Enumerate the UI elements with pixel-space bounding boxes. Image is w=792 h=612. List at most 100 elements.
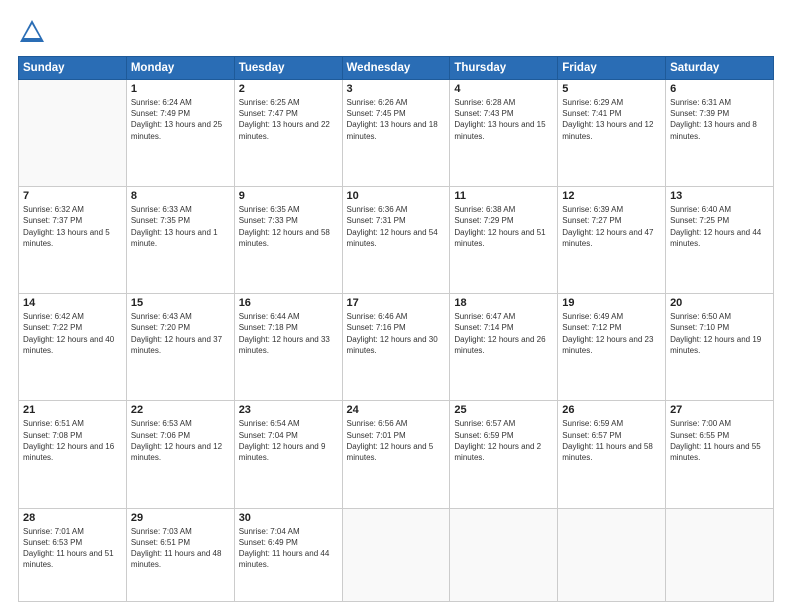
day-number: 26 (562, 404, 661, 416)
table-row: 7 Sunrise: 6:32 AMSunset: 7:37 PMDaylight… (19, 187, 127, 294)
table-row: 17 Sunrise: 6:46 AMSunset: 7:16 PMDayligh… (342, 294, 450, 401)
day-number: 29 (131, 512, 230, 524)
table-row: 11 Sunrise: 6:38 AMSunset: 7:29 PMDayligh… (450, 187, 558, 294)
day-info: Sunrise: 6:46 AMSunset: 7:16 PMDaylight:… (347, 311, 446, 356)
table-row (342, 508, 450, 601)
page: Sunday Monday Tuesday Wednesday Thursday… (0, 0, 792, 612)
day-info: Sunrise: 7:01 AMSunset: 6:53 PMDaylight:… (23, 526, 122, 571)
logo-icon (18, 18, 46, 46)
day-info: Sunrise: 6:38 AMSunset: 7:29 PMDaylight:… (454, 204, 553, 249)
day-number: 4 (454, 83, 553, 95)
day-info: Sunrise: 6:39 AMSunset: 7:27 PMDaylight:… (562, 204, 661, 249)
day-number: 25 (454, 404, 553, 416)
day-info: Sunrise: 6:43 AMSunset: 7:20 PMDaylight:… (131, 311, 230, 356)
table-row: 5 Sunrise: 6:29 AMSunset: 7:41 PMDaylight… (558, 80, 666, 187)
table-row: 12 Sunrise: 6:39 AMSunset: 7:27 PMDayligh… (558, 187, 666, 294)
table-row (666, 508, 774, 601)
table-row: 13 Sunrise: 6:40 AMSunset: 7:25 PMDayligh… (666, 187, 774, 294)
day-number: 15 (131, 297, 230, 309)
table-row (558, 508, 666, 601)
table-row: 10 Sunrise: 6:36 AMSunset: 7:31 PMDayligh… (342, 187, 450, 294)
header-row: Sunday Monday Tuesday Wednesday Thursday… (19, 57, 774, 80)
table-row (19, 80, 127, 187)
day-number: 9 (239, 190, 338, 202)
col-thursday: Thursday (450, 57, 558, 80)
day-info: Sunrise: 6:51 AMSunset: 7:08 PMDaylight:… (23, 418, 122, 463)
col-wednesday: Wednesday (342, 57, 450, 80)
day-number: 19 (562, 297, 661, 309)
day-number: 2 (239, 83, 338, 95)
day-number: 3 (347, 83, 446, 95)
day-number: 13 (670, 190, 769, 202)
day-info: Sunrise: 6:29 AMSunset: 7:41 PMDaylight:… (562, 97, 661, 142)
table-row: 4 Sunrise: 6:28 AMSunset: 7:43 PMDaylight… (450, 80, 558, 187)
day-info: Sunrise: 6:40 AMSunset: 7:25 PMDaylight:… (670, 204, 769, 249)
day-info: Sunrise: 6:33 AMSunset: 7:35 PMDaylight:… (131, 204, 230, 249)
col-saturday: Saturday (666, 57, 774, 80)
day-info: Sunrise: 6:32 AMSunset: 7:37 PMDaylight:… (23, 204, 122, 249)
day-info: Sunrise: 6:54 AMSunset: 7:04 PMDaylight:… (239, 418, 338, 463)
day-number: 6 (670, 83, 769, 95)
table-row: 2 Sunrise: 6:25 AMSunset: 7:47 PMDaylight… (234, 80, 342, 187)
day-number: 28 (23, 512, 122, 524)
day-number: 30 (239, 512, 338, 524)
day-info: Sunrise: 6:36 AMSunset: 7:31 PMDaylight:… (347, 204, 446, 249)
day-number: 22 (131, 404, 230, 416)
calendar-table: Sunday Monday Tuesday Wednesday Thursday… (18, 56, 774, 602)
table-row: 20Sunrise: 6:50 AMSunset: 7:10 PMDayligh… (666, 294, 774, 401)
table-row: 3 Sunrise: 6:26 AMSunset: 7:45 PMDaylight… (342, 80, 450, 187)
day-number: 23 (239, 404, 338, 416)
day-number: 10 (347, 190, 446, 202)
day-number: 8 (131, 190, 230, 202)
table-row: 24Sunrise: 6:56 AMSunset: 7:01 PMDayligh… (342, 401, 450, 508)
day-number: 12 (562, 190, 661, 202)
day-info: Sunrise: 7:04 AMSunset: 6:49 PMDaylight:… (239, 526, 338, 571)
col-monday: Monday (126, 57, 234, 80)
day-info: Sunrise: 6:53 AMSunset: 7:06 PMDaylight:… (131, 418, 230, 463)
day-info: Sunrise: 6:47 AMSunset: 7:14 PMDaylight:… (454, 311, 553, 356)
day-info: Sunrise: 6:25 AMSunset: 7:47 PMDaylight:… (239, 97, 338, 142)
day-number: 21 (23, 404, 122, 416)
day-number: 7 (23, 190, 122, 202)
day-info: Sunrise: 7:03 AMSunset: 6:51 PMDaylight:… (131, 526, 230, 571)
table-row: 6Sunrise: 6:31 AMSunset: 7:39 PMDaylight… (666, 80, 774, 187)
day-info: Sunrise: 6:28 AMSunset: 7:43 PMDaylight:… (454, 97, 553, 142)
day-info: Sunrise: 6:57 AMSunset: 6:59 PMDaylight:… (454, 418, 553, 463)
day-number: 18 (454, 297, 553, 309)
table-row: 1 Sunrise: 6:24 AMSunset: 7:49 PMDaylight… (126, 80, 234, 187)
day-number: 17 (347, 297, 446, 309)
table-row: 18 Sunrise: 6:47 AMSunset: 7:14 PMDayligh… (450, 294, 558, 401)
table-row: 8 Sunrise: 6:33 AMSunset: 7:35 PMDaylight… (126, 187, 234, 294)
table-row: 27Sunrise: 7:00 AMSunset: 6:55 PMDayligh… (666, 401, 774, 508)
table-row: 22 Sunrise: 6:53 AMSunset: 7:06 PMDayligh… (126, 401, 234, 508)
day-info: Sunrise: 6:44 AMSunset: 7:18 PMDaylight:… (239, 311, 338, 356)
day-number: 24 (347, 404, 446, 416)
day-number: 20 (670, 297, 769, 309)
table-row: 16 Sunrise: 6:44 AMSunset: 7:18 PMDayligh… (234, 294, 342, 401)
table-row: 30 Sunrise: 7:04 AMSunset: 6:49 PMDayligh… (234, 508, 342, 601)
top-section (18, 18, 774, 46)
table-row: 29 Sunrise: 7:03 AMSunset: 6:51 PMDayligh… (126, 508, 234, 601)
table-row: 9Sunrise: 6:35 AMSunset: 7:33 PMDaylight… (234, 187, 342, 294)
table-row: 25 Sunrise: 6:57 AMSunset: 6:59 PMDayligh… (450, 401, 558, 508)
table-row: 23 Sunrise: 6:54 AMSunset: 7:04 PMDayligh… (234, 401, 342, 508)
col-tuesday: Tuesday (234, 57, 342, 80)
logo (18, 18, 50, 46)
day-info: Sunrise: 6:24 AMSunset: 7:49 PMDaylight:… (131, 97, 230, 142)
day-info: Sunrise: 6:49 AMSunset: 7:12 PMDaylight:… (562, 311, 661, 356)
table-row: 21 Sunrise: 6:51 AMSunset: 7:08 PMDayligh… (19, 401, 127, 508)
table-row: 19 Sunrise: 6:49 AMSunset: 7:12 PMDayligh… (558, 294, 666, 401)
day-number: 16 (239, 297, 338, 309)
day-info: Sunrise: 6:42 AMSunset: 7:22 PMDaylight:… (23, 311, 122, 356)
day-info: Sunrise: 6:26 AMSunset: 7:45 PMDaylight:… (347, 97, 446, 142)
day-number: 5 (562, 83, 661, 95)
table-row (450, 508, 558, 601)
day-number: 1 (131, 83, 230, 95)
day-info: Sunrise: 6:59 AMSunset: 6:57 PMDaylight:… (562, 418, 661, 463)
col-sunday: Sunday (19, 57, 127, 80)
day-info: Sunrise: 7:00 AMSunset: 6:55 PMDaylight:… (670, 418, 769, 463)
table-row: 14 Sunrise: 6:42 AMSunset: 7:22 PMDayligh… (19, 294, 127, 401)
day-number: 11 (454, 190, 553, 202)
table-row: 26 Sunrise: 6:59 AMSunset: 6:57 PMDayligh… (558, 401, 666, 508)
day-number: 14 (23, 297, 122, 309)
